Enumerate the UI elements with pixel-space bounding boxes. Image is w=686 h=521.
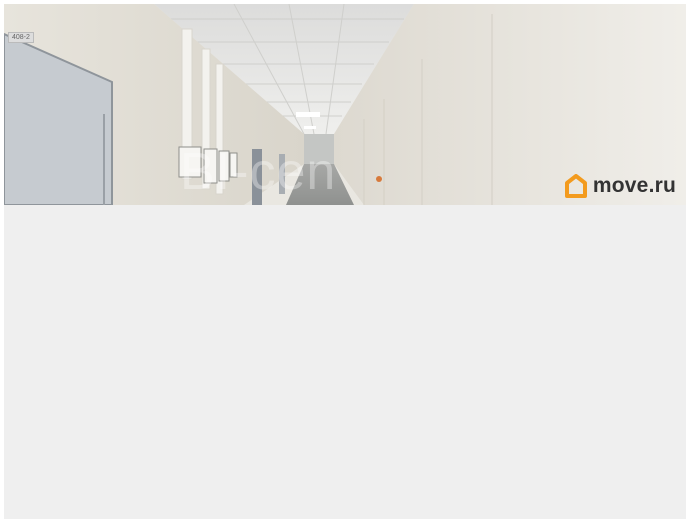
door-sign: 408-2 <box>8 32 34 43</box>
listing-photo-frame: 408-2 BI-cen move.ru <box>4 4 686 519</box>
house-icon <box>564 174 587 198</box>
corridor-photo[interactable]: 408-2 BI-cen move.ru <box>4 4 686 205</box>
watermark-text: BI-cen <box>180 143 337 201</box>
brand-logo[interactable]: move.ru <box>564 174 676 198</box>
empty-content-area <box>4 205 686 519</box>
brand-name: move.ru <box>592 174 676 197</box>
